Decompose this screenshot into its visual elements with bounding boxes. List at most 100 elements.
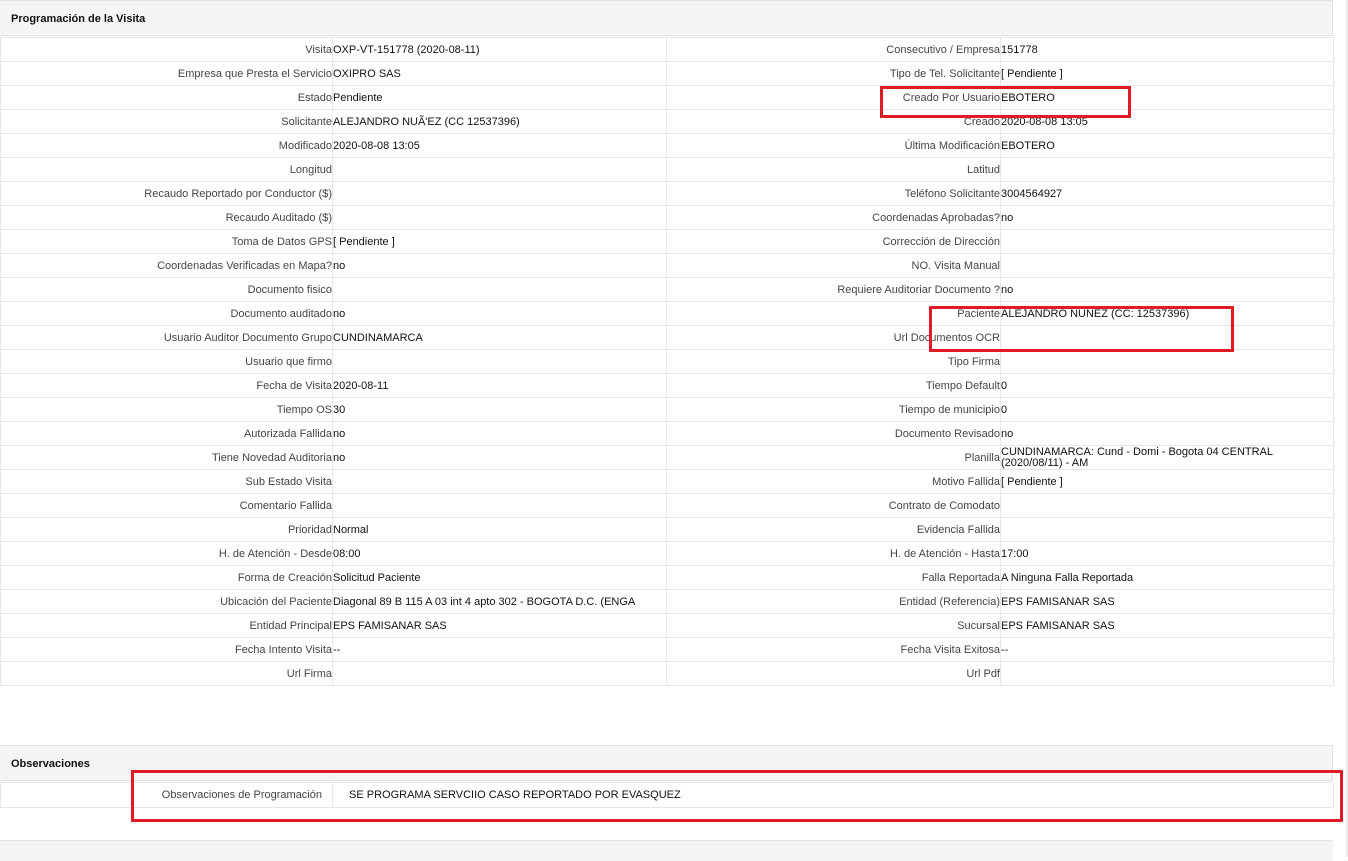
field-value — [332, 205, 667, 230]
field-label: Evidencia Fallida — [666, 517, 1001, 542]
table-row: Modificado 2020-08-08 13:05 Última Modific… — [0, 133, 1334, 158]
visit-details-table: Visita OXP-VT-151778 (2020-08-11) Consecut… — [0, 37, 1334, 686]
field-label: Autorizada Fallida — [0, 421, 333, 446]
table-row: Ubicación del Paciente Diagonal 89 B 115 … — [0, 589, 1334, 614]
field-label: Visita — [0, 37, 333, 62]
table-row: Documento fisico Requiere Auditoriar Docu… — [0, 277, 1334, 302]
field-value: 2020-08-08 13:05 — [332, 133, 667, 158]
field-label: Tiene Novedad Auditoria — [0, 445, 333, 470]
field-value: CUNDINAMARCA — [332, 325, 667, 350]
field-value: Pendiente — [332, 85, 667, 110]
table-row: Url Firma Url Pdf — [0, 661, 1334, 686]
field-label: Url Pdf — [666, 661, 1001, 686]
table-row: Fecha Intento Visita -- Fecha Visita Exit… — [0, 637, 1334, 662]
field-value: OXP-VT-151778 (2020-08-11) — [332, 37, 667, 62]
field-value: no — [1000, 277, 1334, 302]
field-value — [1000, 661, 1334, 686]
field-value: 17:00 — [1000, 541, 1334, 566]
field-label: Contrato de Comodato — [666, 493, 1001, 518]
field-label: Corrección de Dirección — [666, 229, 1001, 254]
highlight-creado-por-usuario — [880, 86, 1131, 118]
field-label: Latitud — [666, 157, 1001, 182]
table-row: Usuario que firmo Tipo Firma — [0, 349, 1334, 374]
field-value: OXIPRO SAS — [332, 61, 667, 86]
table-row: Visita OXP-VT-151778 (2020-08-11) Consecut… — [0, 37, 1334, 62]
field-value: 2020-08-11 — [332, 373, 667, 398]
field-label: Modificado — [0, 133, 333, 158]
field-label: Documento Revisado — [666, 421, 1001, 446]
table-row: Recaudo Auditado ($) Coordenadas Aprobada… — [0, 205, 1334, 230]
table-row: Sub Estado Visita Motivo Fallida[ Pendien… — [0, 469, 1334, 494]
field-label: Documento auditado — [0, 301, 333, 326]
table-row: Tiempo OS 30 Tiempo de municipio 0 — [0, 397, 1334, 422]
field-label: Toma de Datos GPS — [0, 229, 333, 254]
field-label: H. de Atención - Desde — [0, 541, 333, 566]
field-label: Coordenadas Aprobadas? — [666, 205, 1001, 230]
field-value: Diagonal 89 B 115 A 03 int 4 apto 302 - … — [332, 589, 667, 614]
field-label: H. de Atención - Hasta — [666, 541, 1001, 566]
field-value: no — [1000, 421, 1334, 446]
field-value — [1000, 157, 1334, 182]
table-row: Prioridad Normal Evidencia Fallida — [0, 517, 1334, 542]
field-label: Entidad (Referencia) — [666, 589, 1001, 614]
section-title: Programación de la Visita — [11, 13, 146, 25]
table-row: Fecha de Visita 2020-08-11 Tiempo Default… — [0, 373, 1334, 398]
field-label: Tiempo de municipio — [666, 397, 1001, 422]
table-row: Empresa que Presta el Servicio OXIPRO SAS… — [0, 61, 1334, 86]
field-label: Estado — [0, 85, 333, 110]
field-label: Fecha de Visita — [0, 373, 333, 398]
field-value: [ Pendiente ] — [332, 229, 667, 254]
highlight-observaciones — [131, 770, 1343, 822]
observaciones-title: Observaciones — [11, 758, 90, 770]
table-row: Solicitante ALEJANDRO NUÃ'EZ (CC 12537396… — [0, 109, 1334, 134]
field-value: [ Pendiente ] — [1000, 469, 1334, 494]
field-value: no — [332, 253, 667, 278]
field-label: Tiempo OS — [0, 397, 333, 422]
field-value: 0 — [1000, 397, 1334, 422]
field-value: [ Pendiente ] — [1000, 61, 1334, 86]
field-value: 0 — [1000, 373, 1334, 398]
field-value — [1000, 253, 1334, 278]
field-label: Ubicación del Paciente — [0, 589, 333, 614]
field-value — [332, 661, 667, 686]
table-row: Longitud Latitud — [0, 157, 1334, 182]
field-label: Fecha Intento Visita — [0, 637, 333, 662]
field-label: Recaudo Reportado por Conductor ($) — [0, 181, 333, 206]
field-value: no — [332, 445, 667, 470]
field-value — [1000, 229, 1334, 254]
highlight-paciente — [929, 306, 1234, 352]
field-label: Solicitante — [0, 109, 333, 134]
field-label: Usuario que firmo — [0, 349, 333, 374]
table-row: H. de Atención - Desde 08:00 H. de Atenció… — [0, 541, 1334, 566]
field-label: Tipo Firma — [666, 349, 1001, 374]
field-value: no — [332, 301, 667, 326]
field-label: Forma de Creación — [0, 565, 333, 590]
field-label: Consecutivo / Empresa — [666, 37, 1001, 62]
field-value — [332, 277, 667, 302]
field-value: 151778 — [1000, 37, 1334, 62]
field-label: Requiere Auditoriar Documento ? — [666, 277, 1001, 302]
field-value — [1000, 493, 1334, 518]
field-label: Tipo de Tel. Solicitante — [666, 61, 1001, 86]
table-row: Autorizada Fallida no Documento Revisado … — [0, 421, 1334, 446]
section-header-programacion: Programación de la Visita — [0, 0, 1333, 36]
field-label: Comentario Fallida — [0, 493, 333, 518]
field-value: EPS FAMISANAR SAS — [1000, 589, 1334, 614]
field-label: Sub Estado Visita — [0, 469, 333, 494]
table-row: Entidad Principal EPS FAMISANAR SAS Sucurs… — [0, 613, 1334, 638]
table-row: Recaudo Reportado por Conductor ($) Teléf… — [0, 181, 1334, 206]
table-row: Forma de Creación Solicitud Paciente Falla… — [0, 565, 1334, 590]
field-value: -- — [1000, 637, 1334, 662]
section-header-complementaria — [0, 840, 1333, 861]
field-value — [332, 181, 667, 206]
field-value: EPS FAMISANAR SAS — [332, 613, 667, 638]
field-label: Planilla — [666, 445, 1001, 470]
field-label: Url Firma — [0, 661, 333, 686]
field-value: 08:00 — [332, 541, 667, 566]
field-label: Prioridad — [0, 517, 333, 542]
field-value — [332, 469, 667, 494]
field-value — [1000, 349, 1334, 374]
table-row: Coordenadas Verificadas en Mapa? no NO. V… — [0, 253, 1334, 278]
field-value — [332, 493, 667, 518]
field-label: Teléfono Solicitante — [666, 181, 1001, 206]
